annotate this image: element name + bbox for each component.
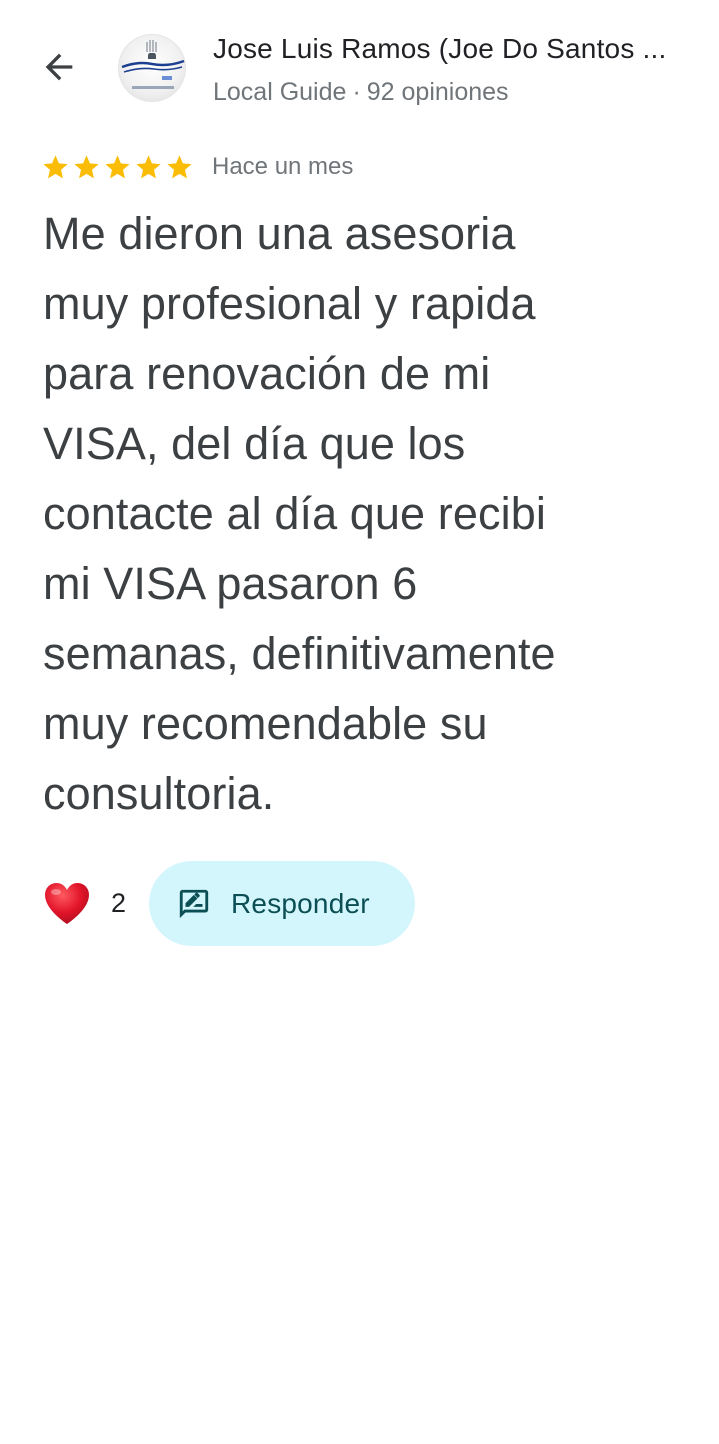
author-meta[interactable]: Local Guide · 92 opiniones — [213, 75, 509, 109]
review-text: Me dieron una asesoria muy profesional y … — [43, 199, 683, 829]
local-guide-badge: Local Guide — [213, 78, 347, 106]
review-text-line: VISA, del día que los — [43, 418, 466, 469]
heart-icon — [43, 882, 91, 926]
reply-icon — [177, 887, 211, 921]
back-button[interactable] — [34, 44, 84, 94]
review-text-line: semanas, definitivamente — [43, 628, 556, 679]
meta-separator: · — [352, 78, 361, 106]
star-icon — [134, 153, 163, 182]
review-count: 92 opiniones — [366, 78, 509, 106]
rating-row: Hace un mes — [41, 149, 353, 185]
like-count: 2 — [111, 888, 127, 918]
author-logo — [121, 40, 185, 89]
review-date: Hace un mes — [212, 153, 354, 180]
review-text-line: contacte al día que recibi — [43, 488, 546, 539]
author-name[interactable]: Jose Luis Ramos (Joe Do Santos ... — [213, 30, 709, 68]
star-rating — [41, 153, 194, 182]
author-avatar[interactable] — [118, 34, 186, 102]
star-icon — [103, 153, 132, 182]
review-text-line: para renovación de mi — [43, 348, 491, 399]
review-text-line: consultoria. — [43, 768, 275, 819]
review-actions: 2 Responder — [43, 861, 415, 946]
arrow-left-icon — [39, 47, 79, 92]
review-text-line: mi VISA pasaron 6 — [43, 558, 418, 609]
reply-label: Responder — [231, 887, 370, 919]
star-icon — [72, 153, 101, 182]
reply-button[interactable]: Responder — [149, 861, 415, 946]
like-button[interactable]: 2 — [43, 882, 131, 926]
review-text-line: muy profesional y rapida — [43, 278, 536, 329]
star-icon — [41, 153, 70, 182]
review-text-line: muy recomendable su — [43, 698, 488, 749]
star-icon — [165, 153, 194, 182]
review-text-line: Me dieron una asesoria — [43, 208, 516, 259]
review-screen: Jose Luis Ramos (Joe Do Santos ... Local… — [0, 0, 719, 1444]
